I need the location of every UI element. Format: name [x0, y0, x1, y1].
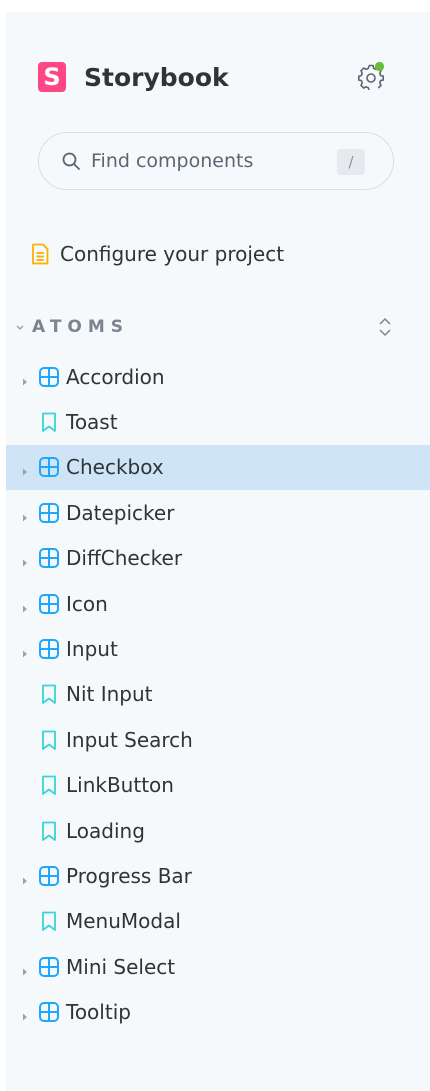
tree-item-label: Progress Bar: [66, 863, 192, 888]
tree-item[interactable]: Input: [6, 626, 430, 671]
component-icon: [38, 593, 60, 615]
caret-right-icon[interactable]: [20, 1007, 30, 1021]
bookmark-icon: [38, 683, 60, 705]
bookmark-icon: [38, 910, 60, 932]
component-tree: Accordion Toast Checkbox Datepicker DiffChec…: [6, 354, 430, 1035]
component-icon: [38, 366, 60, 388]
chevron-down-icon: [14, 321, 26, 333]
caret-right-icon[interactable]: [20, 599, 30, 613]
brand-name: Storybook: [84, 62, 229, 92]
caret-right-icon[interactable]: [20, 372, 30, 386]
tree-item-label: Tooltip: [66, 1000, 131, 1025]
expand-collapse-icon[interactable]: [376, 316, 394, 338]
tree-item-label: LinkButton: [66, 773, 174, 798]
component-icon: [38, 502, 60, 524]
component-icon: [38, 1001, 60, 1023]
tree-item[interactable]: Loading: [6, 808, 430, 853]
bookmark-icon: [38, 820, 60, 842]
bookmark-icon: [38, 729, 60, 751]
section-header-atoms[interactable]: ATOMS: [14, 310, 414, 344]
component-icon: [38, 865, 60, 887]
status-dot: [374, 61, 385, 72]
tree-item[interactable]: MenuModal: [6, 899, 430, 944]
tree-item-label: Input Search: [66, 727, 193, 752]
component-icon: [38, 547, 60, 569]
storybook-logo: S: [38, 62, 66, 92]
caret-right-icon[interactable]: [20, 644, 30, 658]
tree-item-label: Datepicker: [66, 500, 175, 525]
tree-item[interactable]: Checkbox: [6, 444, 430, 491]
tree-item[interactable]: Progress Bar: [6, 853, 430, 898]
tree-item-label: Icon: [66, 591, 108, 616]
caret-right-icon[interactable]: [20, 871, 30, 885]
tree-item-label: DiffChecker: [66, 546, 183, 571]
configure-project-link[interactable]: Configure your project: [30, 234, 284, 274]
search-shortcut-badge: /: [337, 149, 365, 175]
bookmark-icon: [38, 774, 60, 796]
caret-right-icon[interactable]: [20, 462, 30, 476]
tree-item-label: Loading: [66, 818, 145, 843]
tree-item-label: MenuModal: [66, 909, 181, 934]
tree-item[interactable]: Tooltip: [6, 989, 430, 1034]
settings-button[interactable]: [356, 60, 386, 91]
tree-item[interactable]: Datepicker: [6, 490, 430, 535]
component-icon: [38, 638, 60, 660]
tree-item[interactable]: Icon: [6, 581, 430, 626]
configure-project-label: Configure your project: [60, 242, 285, 266]
component-icon: [38, 456, 60, 478]
tree-item-label: Nit Input: [66, 682, 153, 707]
section-title: ATOMS: [32, 317, 130, 337]
tree-item-label: Input: [66, 637, 118, 662]
tree-item[interactable]: Nit Input: [6, 672, 430, 717]
tree-item-label: Toast: [66, 410, 118, 435]
tree-item[interactable]: Input Search: [6, 717, 430, 762]
brand[interactable]: S Storybook: [38, 52, 229, 102]
tree-item[interactable]: DiffChecker: [6, 536, 430, 581]
bookmark-icon: [38, 411, 60, 433]
tree-item[interactable]: Toast: [6, 399, 430, 444]
document-icon: [30, 243, 50, 265]
tree-item[interactable]: Mini Select: [6, 944, 430, 989]
search-icon: [61, 151, 81, 171]
search-bar[interactable]: /: [38, 132, 394, 190]
tree-item-label: Mini Select: [66, 954, 176, 979]
tree-item-label: Checkbox: [66, 455, 164, 480]
search-input[interactable]: [89, 149, 333, 173]
gear-icon: [358, 61, 385, 91]
tree-item[interactable]: LinkButton: [6, 763, 430, 808]
tree-item-label: Accordion: [66, 364, 165, 389]
component-icon: [38, 956, 60, 978]
caret-right-icon[interactable]: [20, 508, 30, 522]
tree-item[interactable]: Accordion: [6, 354, 430, 399]
caret-right-icon[interactable]: [20, 962, 30, 976]
caret-right-icon[interactable]: [20, 553, 30, 567]
